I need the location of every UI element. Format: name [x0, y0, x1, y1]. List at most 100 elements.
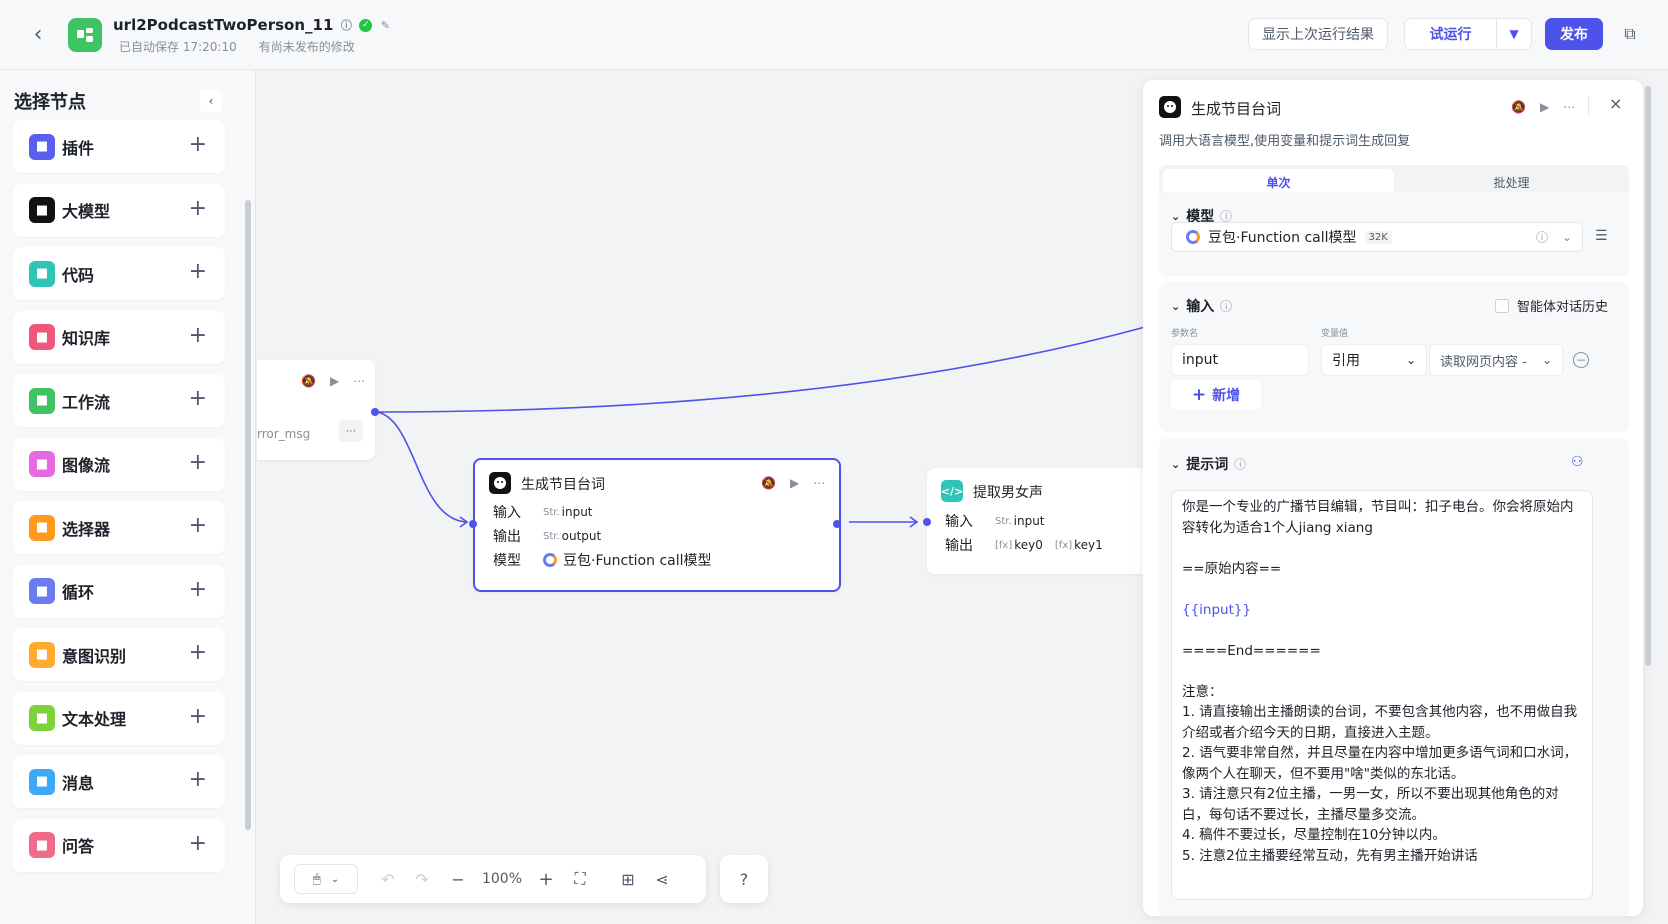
- prompt-line: 5. 注意2位主播要经常互动，先有男主播开始讲话: [1182, 847, 1478, 864]
- node-type-item[interactable]: ■ 问答 +: [13, 818, 225, 872]
- type-prefix: Str.: [543, 530, 560, 542]
- add-node-icon[interactable]: +: [189, 388, 207, 410]
- add-node-icon[interactable]: +: [189, 134, 207, 156]
- info-icon[interactable]: ⓘ: [339, 18, 353, 32]
- test-run-button[interactable]: 试运行: [1405, 19, 1497, 49]
- zoom-level[interactable]: 100%: [478, 867, 526, 891]
- chevron-down-icon: ⌄: [1171, 299, 1181, 313]
- scrollbar[interactable]: [245, 200, 251, 830]
- chevron-down-icon: ⌄: [1171, 457, 1181, 471]
- prompt-editor[interactable]: 你是一个专业的广播节目编辑，节目叫：扣子电台。你会将原始内容转化为适合1个人ji…: [1171, 490, 1593, 900]
- redo-icon[interactable]: ↷: [410, 867, 434, 891]
- more-icon[interactable]: ⋯: [353, 374, 365, 388]
- back-icon[interactable]: ‹: [26, 22, 50, 47]
- node-type-item[interactable]: ■ 消息 +: [13, 755, 225, 808]
- add-node-icon[interactable]: +: [189, 769, 207, 791]
- output-port[interactable]: [833, 520, 841, 528]
- play-icon[interactable]: ▶: [790, 476, 799, 490]
- text-process-icon: ■: [29, 705, 55, 731]
- scrollbar[interactable]: [1645, 86, 1651, 666]
- more-icon[interactable]: ⋯: [813, 476, 825, 490]
- ref-value-select[interactable]: 读取网页内容 - ⌄: [1429, 344, 1563, 376]
- info-icon[interactable]: i: [1536, 231, 1548, 243]
- add-node-icon[interactable]: +: [189, 705, 207, 728]
- info-icon[interactable]: i: [1220, 300, 1233, 312]
- layout-icon[interactable]: ⊞: [616, 867, 640, 891]
- remove-icon[interactable]: −: [1573, 352, 1589, 368]
- help-icon[interactable]: ?: [720, 855, 768, 903]
- close-icon[interactable]: ×: [1609, 94, 1622, 113]
- node-type-item[interactable]: ■ 图像流 +: [13, 437, 225, 491]
- publish-button[interactable]: 发布: [1545, 18, 1603, 50]
- chevron-down-icon[interactable]: ▼: [1497, 19, 1531, 49]
- add-node-icon[interactable]: +: [189, 197, 207, 220]
- play-icon[interactable]: ▶: [330, 374, 339, 388]
- add-node-icon[interactable]: +: [189, 578, 207, 601]
- workflow-canvas[interactable]: 🔕 ▶ ⋯ rror_msg ⋯ 生成节目台词 🔕 ▶ ⋯ 输入 Str. inp…: [257, 70, 1147, 924]
- partial-node[interactable]: 🔕 ▶ ⋯ rror_msg ⋯: [257, 360, 379, 460]
- input-section-head[interactable]: ⌄ 输入 i: [1171, 296, 1233, 316]
- node-type-item[interactable]: ■ 工作流 +: [13, 374, 225, 427]
- node-type-item[interactable]: ■ 文本处理 +: [13, 691, 225, 745]
- output-port[interactable]: [371, 408, 379, 416]
- history-option[interactable]: 智能体对话历史: [1495, 296, 1608, 315]
- loop-icon: ■: [29, 578, 55, 604]
- selector-icon: ■: [29, 514, 55, 541]
- add-label: 新增: [1212, 388, 1241, 404]
- node-type-item[interactable]: ■ 循环 +: [13, 564, 225, 618]
- add-node-icon[interactable]: +: [189, 832, 207, 855]
- node-type-label: 图像流: [62, 456, 111, 475]
- bell-off-icon[interactable]: 🔕: [761, 476, 776, 490]
- play-icon[interactable]: ▶: [1540, 100, 1549, 114]
- mouse-icon: 🖱: [312, 871, 321, 887]
- fit-view-icon[interactable]: ⛶: [568, 867, 592, 891]
- info-icon[interactable]: i: [1234, 458, 1247, 470]
- input-port[interactable]: [469, 520, 477, 528]
- prompt-section-head[interactable]: ⌄ 提示词 i: [1171, 454, 1247, 474]
- input-label: 输入: [945, 514, 973, 530]
- prompt-template-icon[interactable]: ⚇: [1571, 454, 1584, 470]
- node-title: 提取男女声: [973, 485, 1043, 501]
- add-node-icon[interactable]: +: [189, 324, 207, 347]
- add-node-icon[interactable]: +: [189, 642, 207, 664]
- bell-off-icon[interactable]: 🔕: [301, 374, 316, 388]
- model-select[interactable]: 豆包·Function call模型 32K i ⌄: [1171, 222, 1583, 252]
- add-node-icon[interactable]: +: [189, 451, 207, 474]
- input-port[interactable]: [923, 518, 931, 526]
- history-checkbox[interactable]: [1495, 298, 1509, 313]
- more-icon[interactable]: ⋯: [1563, 100, 1575, 114]
- save-status: 已自动保存 17:20:10 有尚未发布的修改: [119, 38, 355, 55]
- prompt-line: [1182, 538, 1582, 559]
- info-icon[interactable]: i: [1220, 210, 1233, 222]
- node-type-item[interactable]: ■ 代码 +: [13, 247, 225, 300]
- edit-icon[interactable]: ✎: [378, 18, 392, 32]
- settings-sliders-icon[interactable]: ☰: [1595, 228, 1608, 244]
- code-node[interactable]: </> 提取男女声 输入 Str. input 输出 [fx] key0 [fx] k…: [923, 468, 1147, 574]
- llm-node[interactable]: 生成节目台词 🔕 ▶ ⋯ 输入 Str. input 输出 Str. output …: [469, 458, 841, 592]
- bell-off-icon[interactable]: 🔕: [1511, 100, 1526, 114]
- copy-icon[interactable]: ⧉: [1618, 22, 1642, 46]
- ref-type-select[interactable]: 引用 ⌄: [1321, 344, 1427, 376]
- node-type-item[interactable]: ■ 选择器 +: [13, 501, 225, 554]
- node-type-item[interactable]: ■ 插件 +: [13, 120, 225, 173]
- more-icon[interactable]: ⋯: [339, 420, 363, 442]
- prompt-line: 3. 请注意只有2位主播，一男一女，所以不要出现其他角色的对白，每句话不要过长，…: [1182, 786, 1559, 823]
- add-node-icon[interactable]: +: [189, 515, 207, 537]
- collapse-icon[interactable]: ‹: [200, 90, 222, 112]
- zoom-out-icon[interactable]: −: [446, 867, 470, 891]
- imageflow-icon: ■: [29, 451, 55, 477]
- zoom-in-icon[interactable]: +: [534, 867, 558, 891]
- show-last-result-button[interactable]: 显示上次运行结果: [1248, 18, 1388, 50]
- node-type-item[interactable]: ■ 大模型 +: [13, 183, 225, 237]
- param-name-input[interactable]: input: [1171, 344, 1309, 376]
- minimap-icon[interactable]: ⋖: [650, 867, 674, 891]
- node-type-item[interactable]: ■ 意图识别 +: [13, 628, 225, 681]
- undo-icon[interactable]: ↶: [376, 867, 400, 891]
- interaction-mode-select[interactable]: 🖱 ⌄: [294, 864, 358, 894]
- node-model-row: 模型 豆包·Function call模型: [493, 550, 712, 570]
- node-type-item[interactable]: ■ 知识库 +: [13, 310, 225, 364]
- add-node-icon[interactable]: +: [189, 261, 207, 283]
- add-param-button[interactable]: + 新增: [1171, 380, 1261, 410]
- unpublished-text: 有尚未发布的修改: [258, 40, 355, 54]
- chevron-down-icon: ⌄: [1171, 209, 1181, 223]
